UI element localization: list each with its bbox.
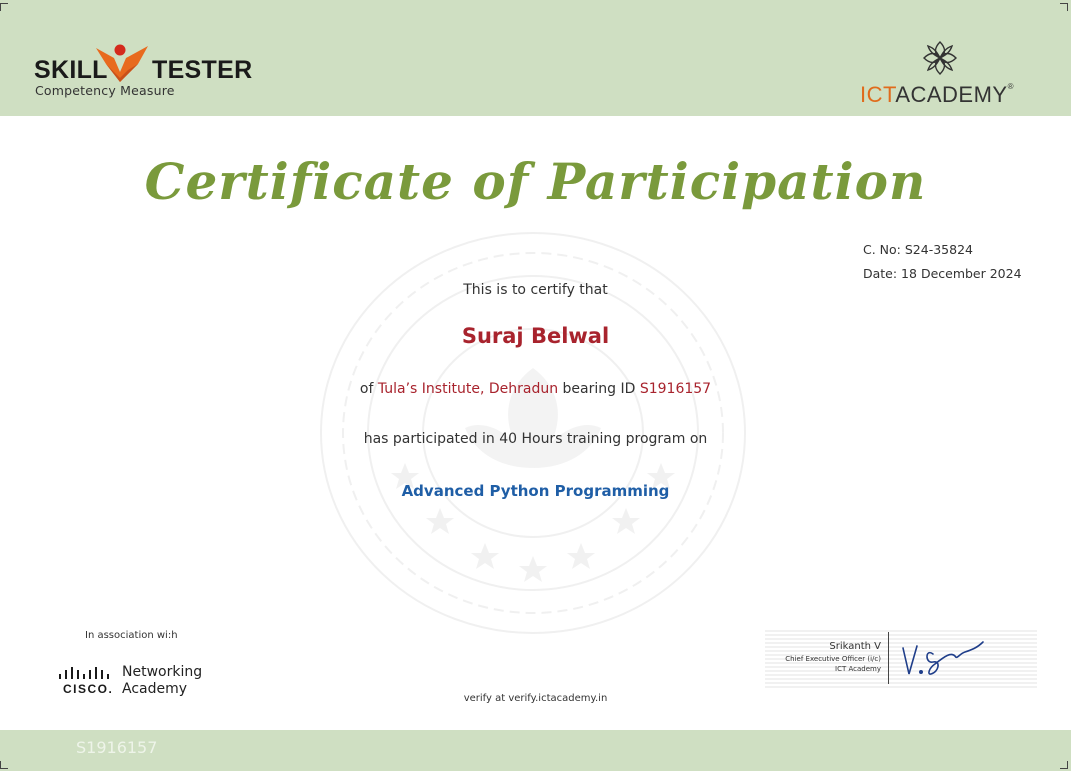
signature-block: Srikanth V Chief Executive Officer (i/c)…	[765, 628, 1037, 688]
signatory-role-line-2: ICT Academy	[835, 665, 881, 673]
signatory-role-line-1: Chief Executive Officer (i/c)	[785, 655, 881, 663]
crop-mark-top-right	[1060, 3, 1068, 11]
verify-link-text: verify at verify.ictacademy.in	[463, 693, 608, 704]
registered-mark: ®	[1007, 82, 1015, 91]
of-label: of	[359, 381, 374, 397]
skill-logo-word-right: TESTER	[152, 56, 253, 84]
bearing-id-label: bearing ID	[562, 381, 636, 397]
signatory-name: Srikanth V	[829, 641, 881, 652]
signatory-details: Srikanth V Chief Executive Officer (i/c)…	[785, 640, 881, 674]
hours-statement: has participated in 40 Hours training pr…	[363, 431, 708, 447]
signature-divider	[888, 632, 889, 684]
certificate-title: Certificate of Participation	[144, 152, 927, 211]
crop-mark-bottom-left	[0, 761, 8, 769]
ict-wordmark-part-2: ACADEMY	[895, 82, 1008, 107]
certificate-meta: C. No: S24-35824 Date: 18 December 2024	[863, 238, 1022, 286]
institution-line: of Tula’s Institute, Dehradun bearing ID…	[0, 381, 1071, 397]
recipient-name: Suraj Belwal	[461, 324, 610, 348]
footer-band	[0, 730, 1071, 771]
certificate-page: SKILL TESTER Competency Measure ICTACADE…	[0, 0, 1071, 771]
crop-mark-top-left	[0, 3, 8, 11]
skill-tester-mark-icon	[94, 42, 152, 88]
association-label: In association wi:h	[85, 630, 178, 641]
recipient-id: S1916157	[639, 381, 712, 397]
ict-academy-wordmark: ICTACADEMY®	[860, 82, 1014, 108]
certify-intro: This is to certify that	[463, 282, 608, 298]
institution-name: Tula’s Institute, Dehradun	[377, 381, 559, 397]
crop-mark-bottom-right	[1060, 761, 1068, 769]
skill-tester-logo: SKILL TESTER Competency Measure	[34, 42, 254, 102]
course-name: Advanced Python Programming	[401, 482, 670, 500]
ict-academy-flower-icon	[920, 38, 960, 82]
signature-icon	[899, 634, 989, 686]
skill-logo-tagline: Competency Measure	[35, 83, 175, 98]
ict-wordmark-part-1: ICT	[860, 82, 896, 107]
certificate-number: C. No: S24-35824	[863, 242, 973, 257]
ict-academy-logo: ICTACADEMY®	[858, 38, 1038, 110]
networking-academy-line-1: Networking	[122, 664, 203, 680]
footer-id-watermark: S1916157	[76, 738, 158, 757]
